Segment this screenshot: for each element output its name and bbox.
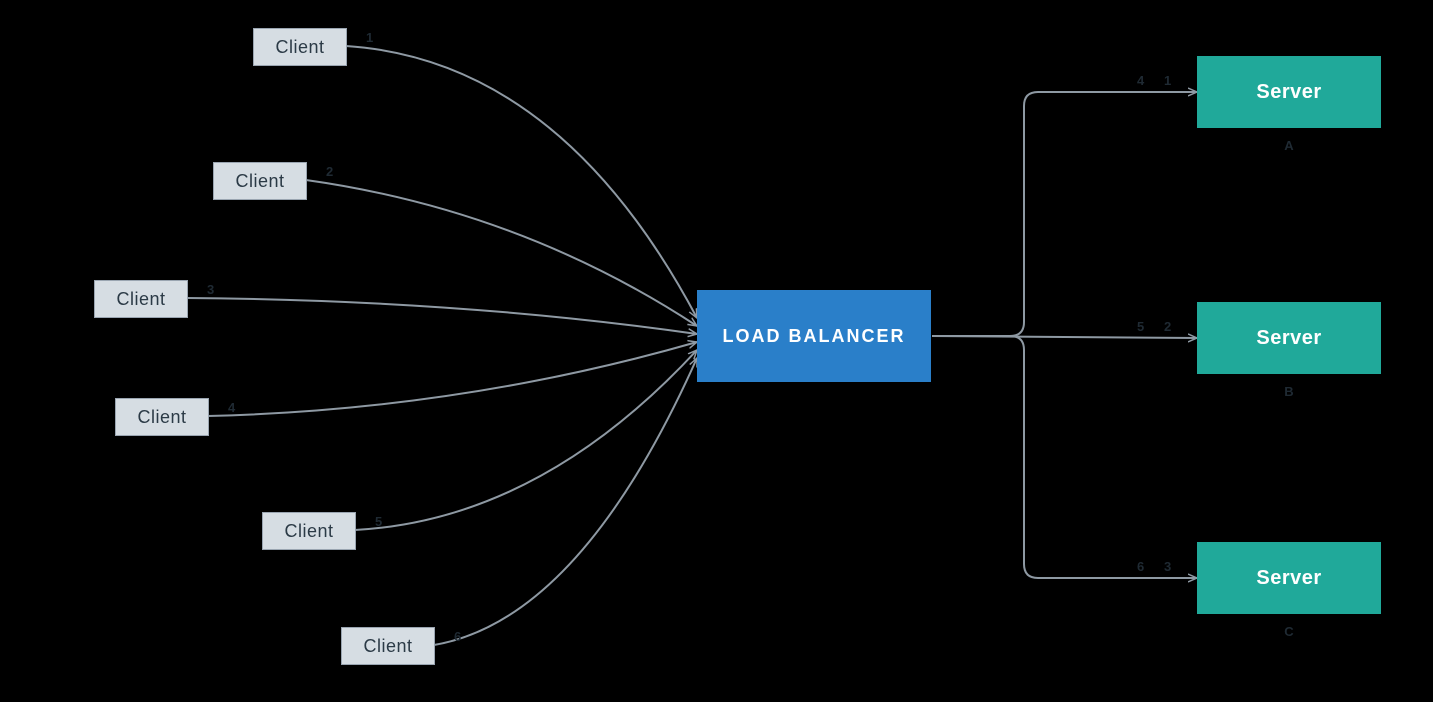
- server-letter-a: A: [1279, 138, 1299, 153]
- arrow-client-6-to-lb: [434, 358, 697, 645]
- client-number-3: 3: [207, 282, 214, 297]
- client-label-5: Client: [284, 521, 333, 542]
- server-c-inbound-num-1: 6: [1137, 559, 1144, 574]
- client-label-1: Client: [275, 37, 324, 58]
- arrow-lb-to-server-3: [932, 336, 1197, 578]
- client-label-4: Client: [137, 407, 186, 428]
- load-balancer-box: LOAD BALANCER: [697, 290, 931, 382]
- server-label-c: Server: [1256, 567, 1321, 590]
- server-box-b: Server: [1197, 302, 1381, 374]
- client-number-2: 2: [326, 164, 333, 179]
- server-label-a: Server: [1256, 81, 1321, 104]
- server-box-a: Server: [1197, 56, 1381, 128]
- diagram-stage: Client 1 Client 2 Client 3 Client 4 Client 5 Clien…: [0, 0, 1433, 702]
- server-a-inbound-num-2: 1: [1164, 73, 1171, 88]
- server-letter-b: B: [1279, 384, 1299, 399]
- client-box-2: Client: [213, 162, 307, 200]
- server-c-inbound-num-2: 3: [1164, 559, 1171, 574]
- server-box-c: Server: [1197, 542, 1381, 614]
- client-label-6: Client: [363, 636, 412, 657]
- server-b-inbound-num-2: 2: [1164, 319, 1171, 334]
- arrow-client-4-to-lb: [208, 342, 697, 416]
- client-number-6: 6: [454, 629, 461, 644]
- client-label-3: Client: [116, 289, 165, 310]
- client-box-5: Client: [262, 512, 356, 550]
- server-letter-c: C: [1279, 624, 1299, 639]
- client-number-5: 5: [375, 514, 382, 529]
- client-box-6: Client: [341, 627, 435, 665]
- arrow-client-3-to-lb: [187, 298, 697, 334]
- client-label-2: Client: [235, 171, 284, 192]
- client-number-4: 4: [228, 400, 235, 415]
- server-b-inbound-num-1: 5: [1137, 319, 1144, 334]
- arrow-client-2-to-lb: [306, 180, 697, 326]
- load-balancer-label: LOAD BALANCER: [723, 326, 906, 347]
- arrow-lb-to-server-1: [932, 92, 1197, 336]
- arrow-client-5-to-lb: [355, 350, 697, 530]
- arrow-lb-to-server-2: [932, 336, 1197, 338]
- arrow-client-1-to-lb: [346, 46, 697, 318]
- client-box-1: Client: [253, 28, 347, 66]
- client-box-3: Client: [94, 280, 188, 318]
- server-label-b: Server: [1256, 327, 1321, 350]
- client-number-1: 1: [366, 30, 373, 45]
- server-a-inbound-num-1: 4: [1137, 73, 1144, 88]
- client-box-4: Client: [115, 398, 209, 436]
